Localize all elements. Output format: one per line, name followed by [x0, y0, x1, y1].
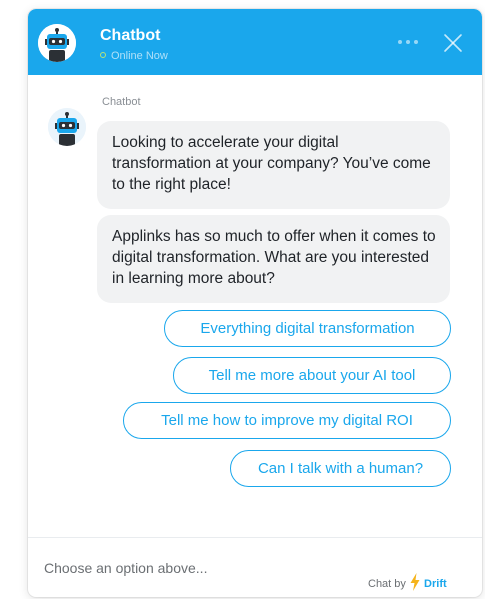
ellipsis-icon [398, 40, 402, 44]
message-composer[interactable]: Choose an option above... [44, 559, 344, 577]
bot-message: Applinks has so much to offer when it co… [97, 215, 450, 303]
header-avatar [38, 24, 76, 62]
more-options-button[interactable] [398, 34, 426, 50]
branding-brand: Drift [424, 578, 447, 590]
close-icon [444, 34, 462, 52]
branding-prefix: Chat by [368, 578, 406, 590]
option-button-digital-roi[interactable]: Tell me how to improve my digital ROI [123, 402, 451, 439]
bot-message: Looking to accelerate your digital trans… [97, 121, 450, 209]
robot-icon [48, 108, 86, 146]
composer-divider [28, 537, 482, 538]
status-dot-icon [100, 52, 106, 58]
lightning-bolt-icon [410, 573, 420, 591]
message-avatar [48, 108, 86, 146]
robot-icon [38, 24, 76, 62]
chat-widget: Chatbot Online Now Chatbot Looking to ac… [28, 9, 482, 597]
status-text: Online Now [111, 50, 168, 62]
option-button-digital-transformation[interactable]: Everything digital transformation [164, 310, 451, 347]
message-sender: Chatbot [102, 96, 141, 108]
ellipsis-icon [406, 40, 410, 44]
option-button-ai-tool[interactable]: Tell me more about your AI tool [173, 357, 451, 394]
chat-title: Chatbot [100, 27, 161, 44]
powered-by[interactable]: Chat by Drift [368, 573, 447, 591]
ellipsis-icon [414, 40, 418, 44]
close-button[interactable] [442, 32, 464, 54]
option-button-talk-human[interactable]: Can I talk with a human? [230, 450, 451, 487]
chat-header: Chatbot Online Now [28, 9, 482, 75]
